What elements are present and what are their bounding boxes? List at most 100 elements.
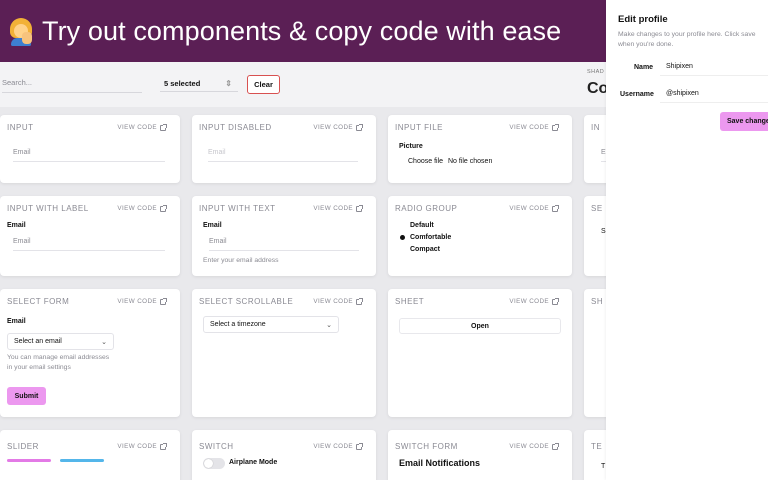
sheet-title: Edit profile: [618, 14, 668, 25]
name-label: Name: [634, 64, 654, 71]
view-code-link[interactable]: VIEW CODE: [313, 123, 363, 131]
selected-count: 5 selected: [164, 79, 201, 88]
name-field[interactable]: Shipixen: [660, 58, 768, 76]
card-title: INPUT WITH LABEL: [7, 204, 89, 213]
card-title: SLIDER: [7, 442, 39, 451]
external-link-icon: [356, 442, 363, 450]
radio-dot: [400, 223, 405, 228]
card-title: INPUT DISABLED: [199, 123, 272, 132]
card-input-with-text: INPUT WITH TEXT VIEW CODE Email Email En…: [192, 196, 376, 276]
person-tipping-hand-icon: [8, 16, 34, 46]
choose-file-button[interactable]: Choose file: [408, 158, 443, 165]
view-code-link[interactable]: VIEW CODE: [117, 123, 167, 131]
email-label: Email: [7, 222, 26, 229]
external-link-icon: [160, 297, 167, 305]
partial-value: T: [601, 463, 606, 470]
chevron-down-icon: ⌄: [326, 321, 332, 329]
banner-title: Try out components & copy code with ease: [42, 15, 562, 46]
card-title: SWITCH: [199, 442, 234, 451]
helper-text: Enter your email address: [203, 257, 279, 264]
helper-text: You can manage email addresses in your e…: [7, 354, 110, 371]
card-title: TE: [591, 442, 603, 451]
external-link-icon: [356, 204, 363, 212]
timezone-select[interactable]: Select a timezone ⌄: [203, 316, 339, 333]
partial-value: S: [601, 228, 606, 235]
view-code-link[interactable]: VIEW CODE: [509, 442, 559, 450]
view-code-link[interactable]: VIEW CODE: [117, 204, 167, 212]
email-input[interactable]: Email: [209, 238, 359, 251]
external-link-icon: [160, 123, 167, 131]
open-sheet-button[interactable]: Open: [399, 318, 561, 334]
card-input-disabled: INPUT DISABLED VIEW CODE Email: [192, 115, 376, 183]
external-link-icon: [160, 442, 167, 450]
radio-default[interactable]: Default: [400, 222, 434, 229]
card-title: SHEET: [395, 297, 425, 306]
chevron-down-icon: ⌄: [101, 338, 107, 346]
email-input[interactable]: Email: [13, 238, 165, 251]
card-title: RADIO GROUP: [395, 204, 458, 213]
sheet-description: Make changes to your profile here. Click…: [618, 31, 756, 48]
picture-label: Picture: [399, 143, 423, 150]
slider-track-blue[interactable]: [60, 459, 104, 462]
card-select-scrollable: SELECT SCROLLABLE VIEW CODE Select a tim…: [192, 289, 376, 417]
external-link-icon: [552, 123, 559, 131]
chevron-up-down-icon: ⇕: [225, 79, 232, 88]
external-link-icon: [552, 204, 559, 212]
radio-dot: [400, 247, 405, 252]
view-code-link[interactable]: VIEW CODE: [117, 297, 167, 305]
external-link-icon: [160, 204, 167, 212]
external-link-icon: [552, 297, 559, 305]
card-title: SWITCH FORM: [395, 442, 458, 451]
card-switch: SWITCH VIEW CODE Airplane Mode: [192, 430, 376, 480]
card-title: INPUT FILE: [395, 123, 443, 132]
external-link-icon: [552, 442, 559, 450]
edit-profile-sheet: Edit profile Make changes to your profil…: [606, 0, 768, 480]
multi-select[interactable]: 5 selected ⇕: [160, 76, 238, 92]
save-changes-button[interactable]: Save changes: [720, 112, 768, 131]
view-code-link[interactable]: VIEW CODE: [509, 297, 559, 305]
email-label: Email: [7, 318, 26, 325]
switch-label: Airplane Mode: [229, 459, 278, 466]
card-select-form: SELECT FORM VIEW CODE Email Select an em…: [0, 289, 180, 417]
card-title: SE: [591, 204, 603, 213]
switch-knob: [204, 459, 213, 468]
radio-comfortable[interactable]: Comfortable: [400, 234, 451, 241]
slider-track-pink[interactable]: [7, 459, 51, 462]
card-title: INPUT WITH TEXT: [199, 204, 276, 213]
clear-button[interactable]: Clear: [247, 75, 280, 94]
card-title: SH: [591, 297, 604, 306]
card-slider: SLIDER VIEW CODE: [0, 430, 180, 480]
card-title: SELECT FORM: [7, 297, 70, 306]
submit-button[interactable]: Submit: [7, 387, 46, 405]
username-label: Username: [620, 91, 654, 98]
external-link-icon: [356, 297, 363, 305]
card-input-with-label: INPUT WITH LABEL VIEW CODE Email Email: [0, 196, 180, 276]
view-code-link[interactable]: VIEW CODE: [313, 442, 363, 450]
external-link-icon: [356, 123, 363, 131]
radio-compact[interactable]: Compact: [400, 246, 440, 253]
email-select[interactable]: Select an email ⌄: [7, 333, 114, 350]
card-switch-form: SWITCH FORM VIEW CODE Email Notification…: [388, 430, 572, 480]
section-label: SHAD: [587, 69, 605, 75]
card-input: INPUT VIEW CODE Email: [0, 115, 180, 183]
file-input[interactable]: Choose file No file chosen: [408, 158, 492, 165]
view-code-link[interactable]: VIEW CODE: [509, 123, 559, 131]
email-label: Email: [203, 222, 222, 229]
card-title: IN: [591, 123, 600, 132]
card-radio-group: RADIO GROUP VIEW CODE Default Comfortabl…: [388, 196, 572, 276]
view-code-link[interactable]: VIEW CODE: [509, 204, 559, 212]
search-input[interactable]: Search...: [2, 78, 142, 93]
card-title: INPUT: [7, 123, 34, 132]
email-input-disabled: Email: [208, 149, 358, 162]
username-field[interactable]: @shipixen: [660, 85, 768, 103]
view-code-link[interactable]: VIEW CODE: [313, 204, 363, 212]
card-title: SELECT SCROLLABLE: [199, 297, 294, 306]
radio-dot-selected: [400, 235, 405, 240]
view-code-link[interactable]: VIEW CODE: [117, 442, 167, 450]
email-input[interactable]: Email: [13, 149, 165, 162]
card-input-file: INPUT FILE VIEW CODE Picture Choose file…: [388, 115, 572, 183]
airplane-mode-switch[interactable]: [203, 458, 225, 469]
email-notifications-heading: Email Notifications: [399, 458, 481, 468]
card-sheet: SHEET VIEW CODE Open: [388, 289, 572, 417]
view-code-link[interactable]: VIEW CODE: [313, 297, 363, 305]
